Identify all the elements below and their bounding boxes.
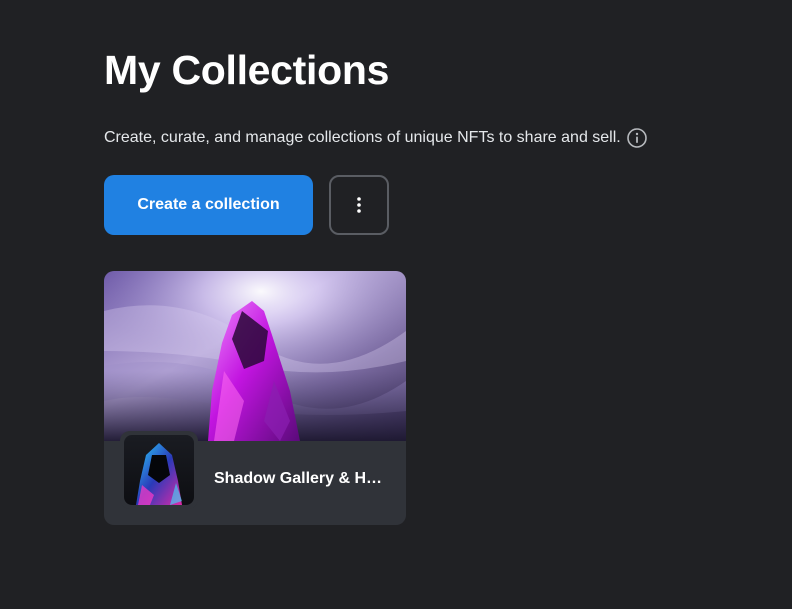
collection-name: Shadow Gallery & Hooded Figures (214, 470, 390, 487)
info-circle-icon[interactable] (626, 127, 648, 149)
subtitle-row: Create, curate, and manage collections o… (104, 126, 648, 150)
page-subtitle: Create, curate, and manage collections o… (104, 129, 621, 146)
collection-avatar-frame (120, 431, 198, 509)
collection-card[interactable]: Shadow Gallery & Hooded Figures (104, 271, 406, 525)
collection-banner-image (104, 271, 406, 441)
collection-avatar-image (124, 435, 194, 505)
more-vertical-icon (356, 196, 362, 214)
more-options-button[interactable] (329, 175, 389, 235)
collections-page: My Collections Create, curate, and manag… (0, 0, 792, 609)
create-collection-button[interactable]: Create a collection (104, 175, 313, 235)
page-title: My Collections (104, 47, 390, 93)
